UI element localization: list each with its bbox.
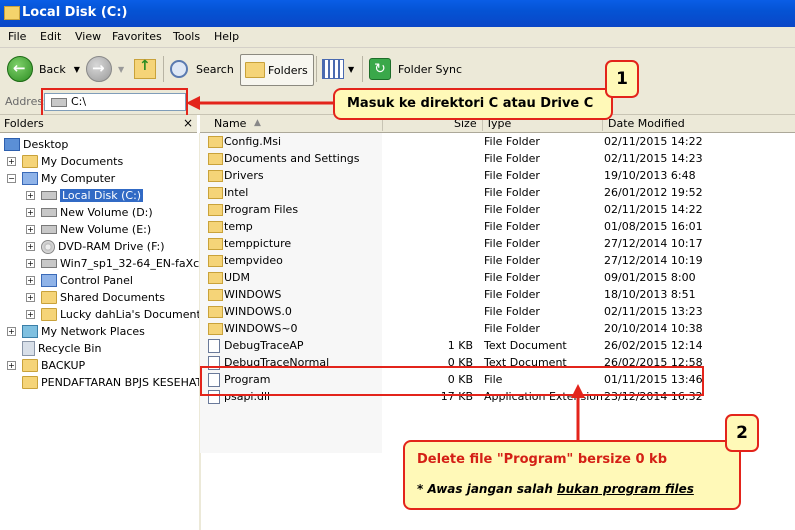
callout-2-warning: * Awas jangan salah — [417, 482, 558, 496]
callout-step-2: Delete file "Program" bersize 0 kb * Awa… — [403, 440, 741, 510]
callout-2-text: Delete file "Program" bersize 0 kb — [417, 452, 668, 467]
callout-step-1: Masuk ke direktori C atau Drive C — [333, 88, 613, 120]
callout-2-warning-emphasis: bukan program files — [557, 482, 694, 496]
step-2-badge: 2 — [725, 414, 759, 452]
callout-1-text: Masuk ke direktori C atau Drive C — [347, 96, 594, 111]
step-1-badge: 1 — [605, 60, 639, 98]
